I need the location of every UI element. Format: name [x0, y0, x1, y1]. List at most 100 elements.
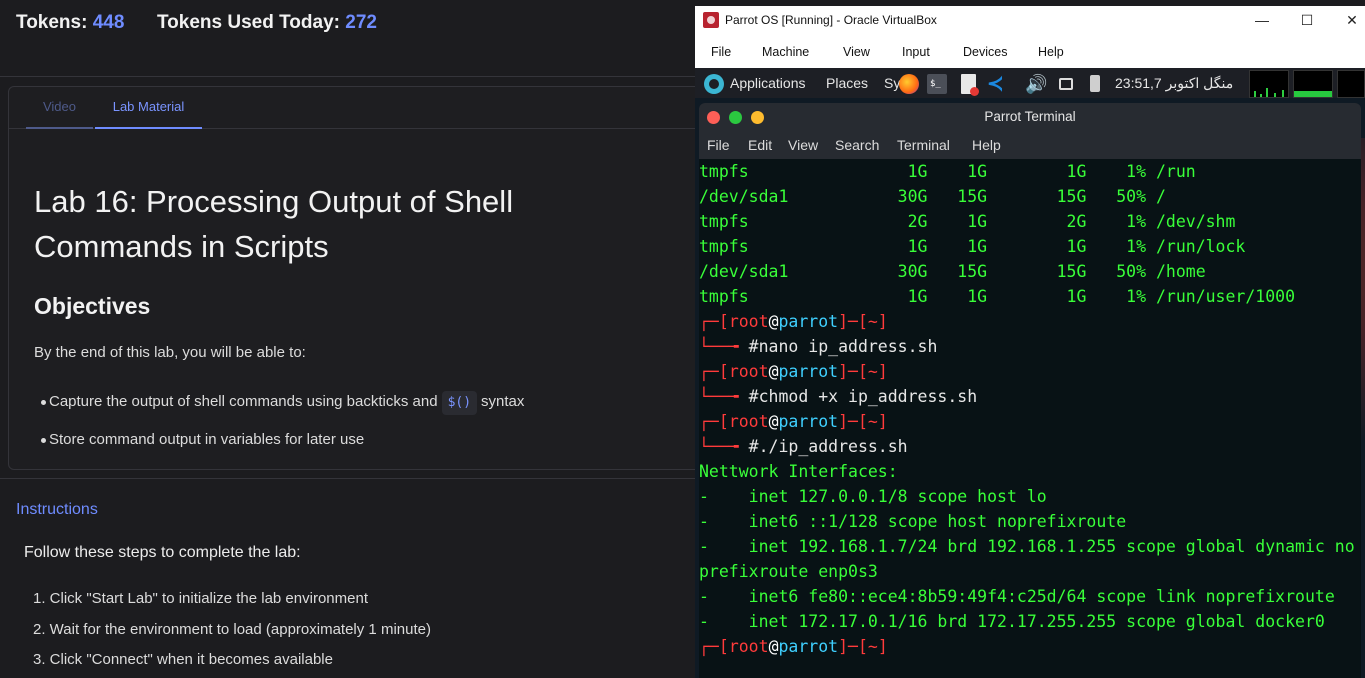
tokens-label: Tokens: — [16, 12, 88, 33]
tokens-used-label: Tokens Used Today: — [156, 12, 340, 33]
terminal-icon[interactable]: $_ — [927, 74, 947, 94]
prompt-user: root — [728, 637, 769, 656]
term-menu-file[interactable]: File — [707, 137, 730, 153]
close-button[interactable]: ✕ — [1342, 10, 1362, 30]
output-line: - inet 127.0.0.1/8 scope host lo — [699, 487, 1047, 506]
prompt-line: ┌─[root@parrot]─[~] — [699, 309, 888, 334]
command-line: └──╼ #./ip_address.sh — [699, 434, 908, 459]
panel-clock[interactable]: 23:51,7 منگل اکتوبر — [1115, 75, 1233, 92]
prompt-at: @ — [768, 362, 779, 381]
speaker-icon[interactable]: 🔊 — [1025, 74, 1047, 94]
term-menu-help[interactable]: Help — [972, 137, 1001, 153]
term-menu-terminal[interactable]: Terminal — [897, 137, 950, 153]
df-row: /dev/sda1 30G 15G 15G 50% /home — [699, 262, 1206, 281]
prompt-host: parrot — [778, 312, 839, 331]
instructions-intro: Follow these steps to complete the lab: — [24, 544, 301, 561]
terminal-window: Parrot Terminal File Edit View Search Te… — [699, 103, 1361, 678]
parrot-logo-icon[interactable] — [704, 74, 724, 94]
network-monitor[interactable] — [1337, 70, 1365, 98]
df-row: tmpfs 2G 1G 2G 1% /dev/shm — [699, 212, 1236, 231]
df-row: /dev/sda1 30G 15G 15G 50% / — [699, 187, 1166, 206]
places-menu[interactable]: Places — [826, 75, 868, 91]
firefox-icon[interactable] — [899, 74, 919, 94]
instructions-steps: 1. Click "Start Lab" to initialize the l… — [33, 589, 431, 678]
tab-bar: Video Lab Material — [9, 87, 707, 129]
virtualbox-logo-icon — [703, 12, 719, 28]
memory-monitor[interactable] — [1293, 70, 1333, 98]
prompt-user: root — [728, 312, 769, 331]
terminal-output[interactable]: tmpfs 1G 1G 1G 1% /run/dev/sda1 30G 15G … — [699, 159, 1361, 678]
token-counter: Tokens: 448 Tokens Used Today: 272 — [16, 12, 377, 34]
step-item: 3. Click "Connect" when it becomes avail… — [33, 651, 333, 668]
prompt-bracket: ]─[ — [838, 637, 868, 656]
prompt-dir: ~ — [867, 637, 878, 656]
objective-item: Store command output in variables for la… — [40, 429, 524, 467]
term-menu-view[interactable]: View — [788, 137, 818, 153]
prompt-user: root — [728, 412, 769, 431]
applications-menu[interactable]: Applications — [730, 75, 806, 91]
menu-input[interactable]: Input — [902, 45, 930, 59]
vscode-icon[interactable]: ≺ — [987, 74, 1007, 94]
divider — [0, 478, 695, 479]
output-line: prefixroute enp0s3 — [699, 562, 878, 581]
cpu-monitor[interactable] — [1249, 70, 1289, 98]
prompt-bracket: ]─[ — [838, 312, 868, 331]
tab-lab-material[interactable]: Lab Material — [95, 87, 202, 129]
objective-text: Capture the output of shell commands usi… — [49, 393, 438, 410]
maximize-button[interactable]: ☐ — [1297, 10, 1317, 30]
prompt-at: @ — [768, 637, 779, 656]
system-menu[interactable]: Sy — [884, 75, 900, 91]
prompt-arrow: └──╼ — [699, 337, 749, 356]
menu-file[interactable]: File — [711, 45, 731, 59]
menu-devices[interactable]: Devices — [963, 45, 1007, 59]
command-line: └──╼ #chmod +x ip_address.sh — [699, 384, 977, 409]
vbox-titlebar[interactable]: Parrot OS [Running] - Oracle VirtualBox … — [695, 6, 1365, 36]
objectives-intro: By the end of this lab, you will be able… — [34, 344, 306, 361]
output-line: - inet6 fe80::ece4:8b59:49f4:c25d/64 sco… — [699, 587, 1335, 606]
divider — [0, 76, 695, 77]
vbox-title: Parrot OS [Running] - Oracle VirtualBox — [725, 13, 937, 27]
terminal-menubar: File Edit View Search Terminal Help — [699, 131, 1361, 159]
output-line: - inet 172.17.0.1/16 brd 172.17.255.255 … — [699, 612, 1325, 631]
objectives-heading: Objectives — [34, 293, 151, 319]
prompt-arrow: └──╼ — [699, 437, 749, 456]
prompt-bracket: ] — [877, 362, 888, 381]
df-row: tmpfs 1G 1G 1G 1% /run/lock — [699, 237, 1246, 256]
term-menu-search[interactable]: Search — [835, 137, 879, 153]
document-icon[interactable] — [961, 74, 979, 96]
vbox-menubar: File Machine View Input Devices Help — [695, 36, 1365, 68]
prompt-line: ┌─[root@parrot]─[~] — [699, 359, 888, 384]
prompt-dir: ~ — [867, 412, 878, 431]
prompt-at: @ — [768, 312, 779, 331]
output-line: - inet 192.168.1.7/24 brd 192.168.1.255 … — [699, 537, 1355, 556]
prompt-bracket: ] — [877, 312, 888, 331]
prompt-host: parrot — [778, 412, 839, 431]
prompt-bracket: ┌─[ — [699, 637, 729, 656]
tab-video[interactable]: Video — [26, 87, 93, 129]
prompt-host: parrot — [778, 362, 839, 381]
prompt-bracket: ┌─[ — [699, 312, 729, 331]
prompt-host: parrot — [778, 637, 839, 656]
prompt-dir: ~ — [867, 362, 878, 381]
prompt-bracket: ┌─[ — [699, 362, 729, 381]
instructions-heading[interactable]: Instructions — [16, 501, 98, 519]
screen-icon[interactable] — [1059, 78, 1073, 90]
prompt-line: ┌─[root@parrot]─[~] — [699, 634, 888, 659]
tokens-value: 448 — [92, 12, 125, 33]
menu-machine[interactable]: Machine — [762, 45, 809, 59]
prompt-bracket: ]─[ — [838, 362, 868, 381]
menu-help[interactable]: Help — [1038, 45, 1064, 59]
terminal-titlebar[interactable]: Parrot Terminal — [699, 103, 1361, 131]
term-menu-edit[interactable]: Edit — [748, 137, 772, 153]
virtualbox-window: Parrot OS [Running] - Oracle VirtualBox … — [695, 6, 1365, 678]
minimize-button[interactable]: — — [1252, 10, 1272, 30]
lab-card: Video Lab Material Lab 16: Processing Ou… — [8, 86, 708, 470]
battery-icon[interactable] — [1090, 75, 1100, 92]
menu-view[interactable]: View — [843, 45, 870, 59]
objective-item: Capture the output of shell commands usi… — [40, 391, 524, 429]
command-text: #./ip_address.sh — [748, 437, 908, 456]
tokens-used-value: 272 — [345, 12, 377, 33]
command-line: └──╼ #nano ip_address.sh — [699, 334, 937, 359]
output-line: Nettwork Interfaces: — [699, 462, 898, 481]
prompt-bracket: ┌─[ — [699, 412, 729, 431]
